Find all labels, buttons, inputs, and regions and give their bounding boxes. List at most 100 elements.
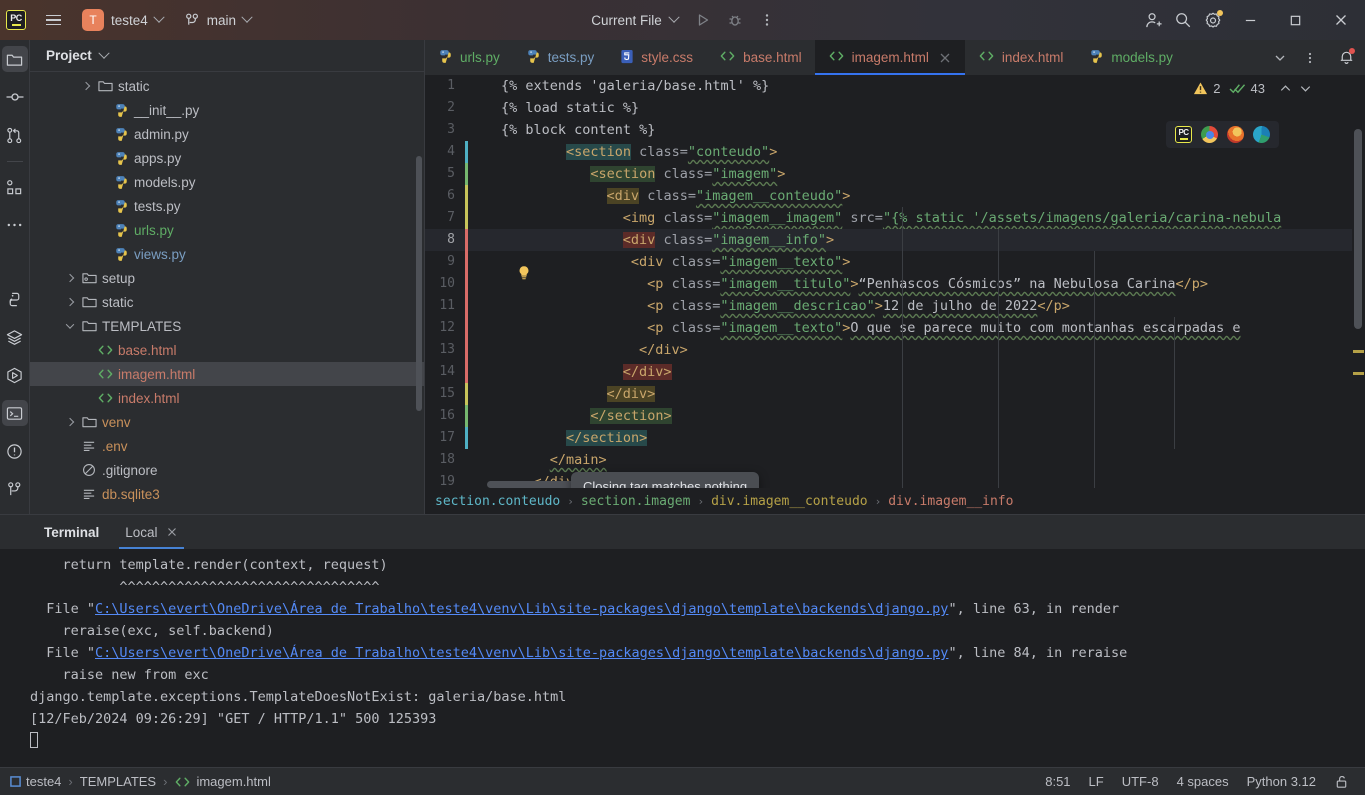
breadcrumb-item[interactable]: section.conteudo bbox=[435, 494, 560, 509]
editor-tab-tests-py[interactable]: tests.py bbox=[513, 40, 608, 75]
more-tool-windows-button[interactable] bbox=[2, 212, 28, 238]
project-panel-header[interactable]: Project bbox=[30, 40, 424, 72]
code-line[interactable]: 2 {% load static %} bbox=[425, 97, 1365, 119]
tree-item--env[interactable]: .env bbox=[30, 434, 424, 458]
close-window-button[interactable] bbox=[1318, 0, 1363, 40]
code-line[interactable]: 8 <div class="imagem__info"> bbox=[425, 229, 1365, 280]
project-tree-scrollbar[interactable] bbox=[416, 156, 422, 411]
run-configuration-selector[interactable]: Current File bbox=[583, 10, 686, 31]
tree-item-apps-py[interactable]: apps.py bbox=[30, 146, 424, 170]
tree-item-models-py[interactable]: models.py bbox=[30, 170, 424, 194]
tree-item-db-sqlite3[interactable]: db.sqlite3 bbox=[30, 482, 424, 506]
run-tool-button[interactable] bbox=[2, 362, 28, 388]
minimize-button[interactable] bbox=[1228, 0, 1273, 40]
breadcrumb-item[interactable]: div.imagem__conteudo bbox=[711, 494, 868, 509]
code-line[interactable]: 13 </div> bbox=[425, 339, 1365, 361]
tree-item-static[interactable]: static bbox=[30, 290, 424, 314]
code-line[interactable]: 16 </section> bbox=[425, 405, 1365, 427]
collapse-arrow-icon[interactable] bbox=[62, 320, 78, 329]
code-line[interactable]: 17 </section> bbox=[425, 427, 1365, 449]
tree-item-admin-py[interactable]: admin.py bbox=[30, 122, 424, 146]
tab-list-button[interactable] bbox=[1265, 43, 1295, 73]
search-everywhere-button[interactable] bbox=[1168, 5, 1198, 35]
maximize-button[interactable] bbox=[1273, 0, 1318, 40]
code-line[interactable]: 6 <div class="imagem__conteudo"> bbox=[425, 185, 1365, 207]
code-line[interactable]: 18 </main> bbox=[425, 449, 1365, 471]
code-line[interactable]: 12 <p class="imagem__texto">O que se pare… bbox=[425, 317, 1365, 339]
pull-requests-tool-button[interactable] bbox=[2, 122, 28, 148]
editor-vertical-scrollbar[interactable] bbox=[1352, 75, 1365, 488]
more-options-button[interactable] bbox=[752, 5, 782, 35]
status-breadcrumb-item[interactable]: teste4 bbox=[10, 774, 61, 789]
code-line[interactable]: 10 <p class="imagem__titulo">“Penhascos C… bbox=[425, 273, 1365, 295]
editor-tab-style-css[interactable]: style.css bbox=[607, 40, 706, 75]
tab-close-icon[interactable] bbox=[938, 51, 952, 65]
status-breadcrumb-item[interactable]: imagem.html bbox=[174, 774, 271, 789]
git-branch-selector[interactable]: main bbox=[185, 11, 253, 28]
breadcrumb-item[interactable]: section.imagem bbox=[581, 494, 691, 509]
file-encoding[interactable]: UTF-8 bbox=[1122, 774, 1159, 789]
python-interpreter[interactable]: Python 3.12 bbox=[1247, 774, 1316, 789]
tree-item--init-py[interactable]: __init__.py bbox=[30, 98, 424, 122]
tree-item-venv[interactable]: venv bbox=[30, 410, 424, 434]
terminal-link[interactable]: C:\Users\evert\OneDrive\Área de Trabalho… bbox=[95, 645, 948, 661]
expand-arrow-icon[interactable] bbox=[62, 417, 78, 427]
pycharm-preview-icon[interactable]: PC bbox=[1175, 126, 1192, 143]
terminal-tab-local[interactable]: Local bbox=[113, 515, 189, 549]
edge-icon[interactable] bbox=[1253, 126, 1270, 143]
line-separator[interactable]: LF bbox=[1089, 774, 1104, 789]
code-line[interactable]: 9 <div class="imagem__texto"> bbox=[425, 251, 1365, 273]
tree-item-templates[interactable]: TEMPLATES bbox=[30, 314, 424, 338]
services-tool-button[interactable] bbox=[2, 324, 28, 350]
breadcrumb[interactable]: section.conteudo › section.imagem › div.imag… bbox=[425, 488, 1365, 514]
tree-item-base-html[interactable]: base.html bbox=[30, 338, 424, 362]
main-menu-icon[interactable] bbox=[36, 3, 70, 37]
notifications-button[interactable] bbox=[1331, 43, 1361, 73]
terminal-prompt[interactable] bbox=[30, 730, 1365, 752]
expand-arrow-icon[interactable] bbox=[78, 81, 94, 91]
editor-tab-models-py[interactable]: models.py bbox=[1076, 40, 1186, 75]
problems-tool-button[interactable] bbox=[2, 438, 28, 464]
tree-item-setup[interactable]: setup bbox=[30, 266, 424, 290]
indent-setting[interactable]: 4 spaces bbox=[1177, 774, 1229, 789]
unlocked-icon[interactable] bbox=[1334, 774, 1349, 789]
chrome-icon[interactable] bbox=[1201, 126, 1218, 143]
project-tree[interactable]: static __init__.py admin.py apps.py mode… bbox=[30, 72, 424, 514]
tree-item--gitignore[interactable]: .gitignore bbox=[30, 458, 424, 482]
chevron-down-icon[interactable] bbox=[1298, 81, 1313, 96]
editor-tab-urls-py[interactable]: urls.py bbox=[425, 40, 513, 75]
tab-options-button[interactable] bbox=[1295, 43, 1325, 73]
inspection-widget[interactable]: 2 43 bbox=[1193, 81, 1313, 96]
editor-tab-base-html[interactable]: base.html bbox=[706, 40, 815, 75]
editor-tab-index-html[interactable]: index.html bbox=[965, 40, 1077, 75]
tree-item-index-html[interactable]: index.html bbox=[30, 386, 424, 410]
commit-tool-button[interactable] bbox=[2, 84, 28, 110]
caret-position[interactable]: 8:51 bbox=[1045, 774, 1070, 789]
debug-button[interactable] bbox=[720, 5, 750, 35]
project-selector[interactable]: T teste4 bbox=[82, 9, 165, 31]
firefox-icon[interactable] bbox=[1227, 126, 1244, 143]
breadcrumb-item[interactable]: div.imagem__info bbox=[888, 494, 1013, 509]
code-line[interactable]: 11 <p class="imagem__descricao">12 de jul… bbox=[425, 295, 1365, 317]
share-project-button[interactable] bbox=[1138, 5, 1168, 35]
tree-item-tests-py[interactable]: tests.py bbox=[30, 194, 424, 218]
tree-item-imagem-html[interactable]: imagem.html bbox=[30, 362, 424, 386]
terminal-tool-button[interactable] bbox=[1, 400, 28, 426]
expand-arrow-icon[interactable] bbox=[62, 273, 78, 283]
chevron-up-icon[interactable] bbox=[1278, 81, 1293, 96]
settings-button[interactable] bbox=[1198, 5, 1228, 35]
expand-arrow-icon[interactable] bbox=[62, 297, 78, 307]
code-line[interactable]: 5 <section class="imagem"> bbox=[425, 163, 1365, 185]
status-breadcrumb-item[interactable]: TEMPLATES bbox=[80, 774, 156, 789]
terminal-link[interactable]: C:\Users\evert\OneDrive\Área de Trabalho… bbox=[95, 601, 948, 617]
terminal-output[interactable]: return template.render(context, request)… bbox=[0, 549, 1365, 767]
tree-item-views-py[interactable]: views.py bbox=[30, 242, 424, 266]
git-tool-button[interactable] bbox=[2, 476, 28, 502]
code-editor[interactable]: 1 {% extends 'galeria/base.html' %} 2 {% lo… bbox=[425, 75, 1365, 488]
run-button[interactable] bbox=[688, 5, 718, 35]
tree-item-static[interactable]: static bbox=[30, 74, 424, 98]
editor-tab-imagem-html[interactable]: imagem.html bbox=[814, 40, 966, 75]
project-tool-button[interactable] bbox=[1, 46, 28, 72]
python-console-tool-button[interactable] bbox=[2, 286, 28, 312]
code-line[interactable]: 15 </div> bbox=[425, 383, 1365, 405]
